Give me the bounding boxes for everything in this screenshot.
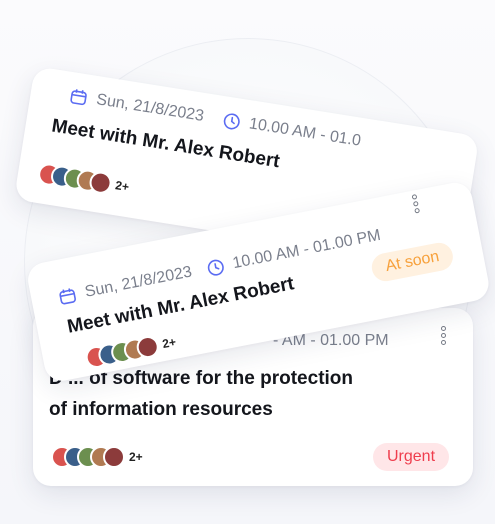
- more-attendees-count: 2+: [161, 334, 178, 352]
- event-time: 10.00 AM - 01.00 PM: [231, 226, 383, 273]
- at-soon-badge: At soon: [369, 240, 456, 284]
- more-vertical-icon[interactable]: [411, 194, 421, 214]
- calendar-icon: [67, 86, 90, 109]
- event-description-line-2: of information resources: [49, 399, 273, 420]
- avatar: [87, 170, 114, 196]
- calendar-icon: [56, 285, 79, 308]
- urgent-badge: Urgent: [373, 443, 450, 471]
- event-date: Sun, 21/8/2023: [95, 91, 206, 125]
- more-vertical-icon[interactable]: [440, 326, 446, 345]
- clock-icon: [220, 110, 243, 133]
- attendee-avatars[interactable]: 2+: [36, 161, 131, 198]
- attendee-avatars[interactable]: 2+: [51, 446, 143, 468]
- clock-icon: [204, 256, 227, 279]
- more-attendees-count: 2+: [114, 178, 130, 195]
- event-time: 10.00 AM - 01.0: [247, 115, 363, 150]
- avatar: [103, 446, 125, 468]
- more-attendees-count: 2+: [129, 450, 143, 464]
